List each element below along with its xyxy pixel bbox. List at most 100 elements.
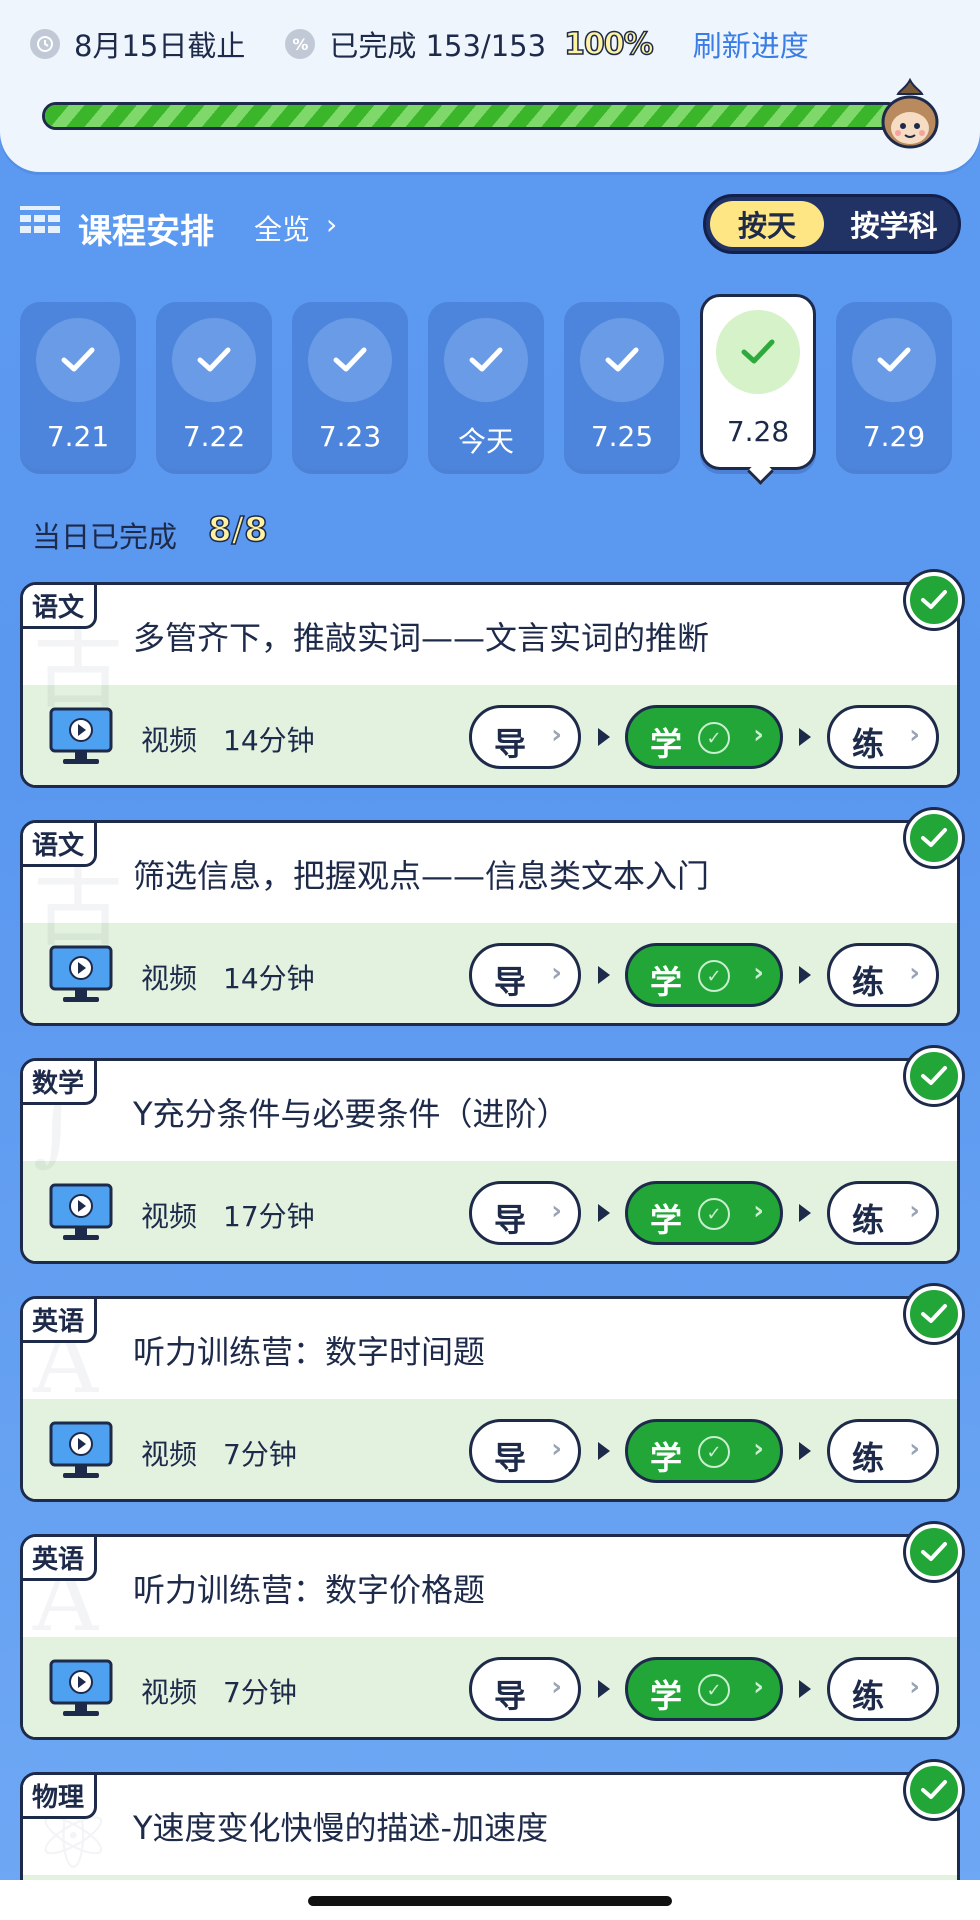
learn-step-button[interactable]: 学 ✓ ›	[625, 1419, 783, 1483]
home-indicator[interactable]	[308, 1896, 672, 1906]
guide-step-button[interactable]: 导 ›	[469, 1657, 581, 1721]
completed-check-icon	[906, 1762, 962, 1818]
practice-label: 练	[852, 1439, 885, 1477]
lesson-title[interactable]: 筛选信息，把握观点——信息类文本入门	[133, 851, 709, 897]
step-arrow-icon	[799, 1442, 811, 1460]
chevron-right-icon: ›	[753, 720, 764, 750]
clock-icon	[30, 29, 60, 59]
guide-step-button[interactable]: 导 ›	[469, 1181, 581, 1245]
day-chip[interactable]: 7.29	[836, 302, 952, 470]
completed-check-icon	[906, 1048, 962, 1104]
day-chip[interactable]: 7.25	[564, 302, 680, 470]
practice-step-button[interactable]: 练 ›	[827, 1657, 939, 1721]
subject-tag: 英语	[23, 1537, 97, 1581]
check-icon	[580, 318, 664, 402]
day-chip[interactable]: 7.22	[156, 302, 272, 470]
view-toggle[interactable]: 按天 按学科	[703, 194, 961, 254]
subject-tag: 物理	[23, 1775, 97, 1819]
subject-tag: 英语	[23, 1299, 97, 1343]
chevron-right-icon: ›	[551, 1434, 562, 1464]
check-circle-icon: ✓	[698, 1436, 730, 1468]
lesson-card[interactable]: A 英语 听力训练营：数字时间题 视频 7分钟 导 › 学 ✓ › 练 ›	[20, 1296, 960, 1502]
practice-step-button[interactable]: 练 ›	[827, 705, 939, 769]
chevron-right-icon: ›	[753, 1196, 764, 1226]
guide-label: 导	[494, 725, 527, 763]
video-monitor-icon	[49, 945, 113, 1002]
video-monitor-icon	[49, 1183, 113, 1240]
chevron-right-icon: ›	[551, 958, 562, 988]
guide-step-button[interactable]: 导 ›	[469, 705, 581, 769]
check-icon	[852, 318, 936, 402]
check-circle-icon: ✓	[698, 1198, 730, 1230]
day-label: 7.22	[182, 420, 246, 453]
learn-step-button[interactable]: 学 ✓ ›	[625, 705, 783, 769]
learn-label: 学	[650, 1677, 683, 1715]
practice-label: 练	[852, 963, 885, 1001]
lesson-title[interactable]: 听力训练营：数字价格题	[133, 1565, 485, 1611]
guide-label: 导	[494, 1439, 527, 1477]
practice-step-button[interactable]: 练 ›	[827, 943, 939, 1007]
lesson-title[interactable]: 多管齐下，推敲实词——文言实词的推断	[133, 613, 709, 659]
completion-percent: 100%	[563, 26, 654, 63]
day-status-count: 8/8	[207, 509, 268, 551]
toggle-by-day[interactable]: 按天	[710, 201, 824, 247]
deadline-text: 8月15日截止	[74, 29, 246, 63]
progress-summary: 8月15日截止 % 已完成 153/153 100% 刷新进度	[30, 24, 809, 64]
content-type: 视频	[141, 1200, 198, 1233]
overview-link[interactable]: 全览	[254, 208, 310, 248]
percent-icon: %	[285, 29, 316, 59]
lesson-card[interactable]: 古 语文 筛选信息，把握观点——信息类文本入门 视频 14分钟 导 › 学 ✓ › 练…	[20, 820, 960, 1026]
grid-menu-icon[interactable]	[20, 206, 60, 240]
practice-step-button[interactable]: 练 ›	[827, 1181, 939, 1245]
day-label: 7.29	[862, 420, 926, 453]
practice-step-button[interactable]: 练 ›	[827, 1419, 939, 1483]
learn-step-button[interactable]: 学 ✓ ›	[625, 943, 783, 1007]
step-arrow-icon	[598, 1442, 610, 1460]
learn-step-button[interactable]: 学 ✓ ›	[625, 1181, 783, 1245]
check-icon	[172, 318, 256, 402]
progress-bar	[42, 102, 902, 130]
completed-check-icon	[906, 1286, 962, 1342]
duration: 17分钟	[223, 1200, 315, 1233]
lesson-card[interactable]: 古 语文 多管齐下，推敲实词——文言实词的推断 视频 14分钟 导 › 学 ✓ › 练…	[20, 582, 960, 788]
lesson-card[interactable]: A 英语 听力训练营：数字价格题 视频 7分钟 导 › 学 ✓ › 练 ›	[20, 1534, 960, 1740]
learn-step-button[interactable]: 学 ✓ ›	[625, 1657, 783, 1721]
section-title: 课程安排	[78, 212, 214, 252]
video-monitor-icon	[49, 707, 113, 764]
day-chip[interactable]: 今天	[428, 302, 544, 470]
practice-label: 练	[852, 725, 885, 763]
step-arrow-icon	[799, 966, 811, 984]
chevron-right-icon: ›	[909, 958, 920, 988]
check-circle-icon: ✓	[698, 960, 730, 992]
chevron-right-icon: ›	[551, 720, 562, 750]
lesson-title[interactable]: Y速度变化快慢的描述-加速度	[133, 1803, 548, 1849]
day-status-label: 当日已完成	[32, 520, 178, 554]
guide-step-button[interactable]: 导 ›	[469, 943, 581, 1007]
day-chip-selected[interactable]: 7.28	[700, 294, 816, 470]
completed-check-icon	[906, 572, 962, 628]
toggle-by-subject[interactable]: 按学科	[834, 201, 954, 247]
lesson-card[interactable]: ∫ 数学 Y充分条件与必要条件（进阶） 视频 17分钟 导 › 学 ✓ › 练 ›	[20, 1058, 960, 1264]
lesson-title[interactable]: Y充分条件与必要条件（进阶）	[133, 1089, 569, 1135]
check-icon	[36, 318, 120, 402]
content-type: 视频	[141, 724, 198, 757]
learn-label: 学	[650, 1439, 683, 1477]
chevron-right-icon[interactable]: ›	[326, 208, 337, 241]
subject-tag: 语文	[23, 823, 97, 867]
chevron-right-icon: ›	[753, 958, 764, 988]
step-arrow-icon	[799, 728, 811, 746]
refresh-progress-link[interactable]: 刷新进度	[693, 23, 809, 65]
guide-step-button[interactable]: 导 ›	[469, 1419, 581, 1483]
chevron-right-icon: ›	[753, 1672, 764, 1702]
chevron-right-icon: ›	[909, 1196, 920, 1226]
lesson-title[interactable]: 听力训练营：数字时间题	[133, 1327, 485, 1373]
check-circle-icon: ✓	[698, 1674, 730, 1706]
day-chip[interactable]: 7.21	[20, 302, 136, 470]
step-arrow-icon	[598, 1204, 610, 1222]
content-type: 视频	[141, 1438, 198, 1471]
step-arrow-icon	[598, 966, 610, 984]
completed-check-icon	[906, 810, 962, 866]
day-chip[interactable]: 7.23	[292, 302, 408, 470]
progress-panel: 8月15日截止 % 已完成 153/153 100% 刷新进度	[0, 0, 980, 172]
content-type: 视频	[141, 962, 198, 995]
